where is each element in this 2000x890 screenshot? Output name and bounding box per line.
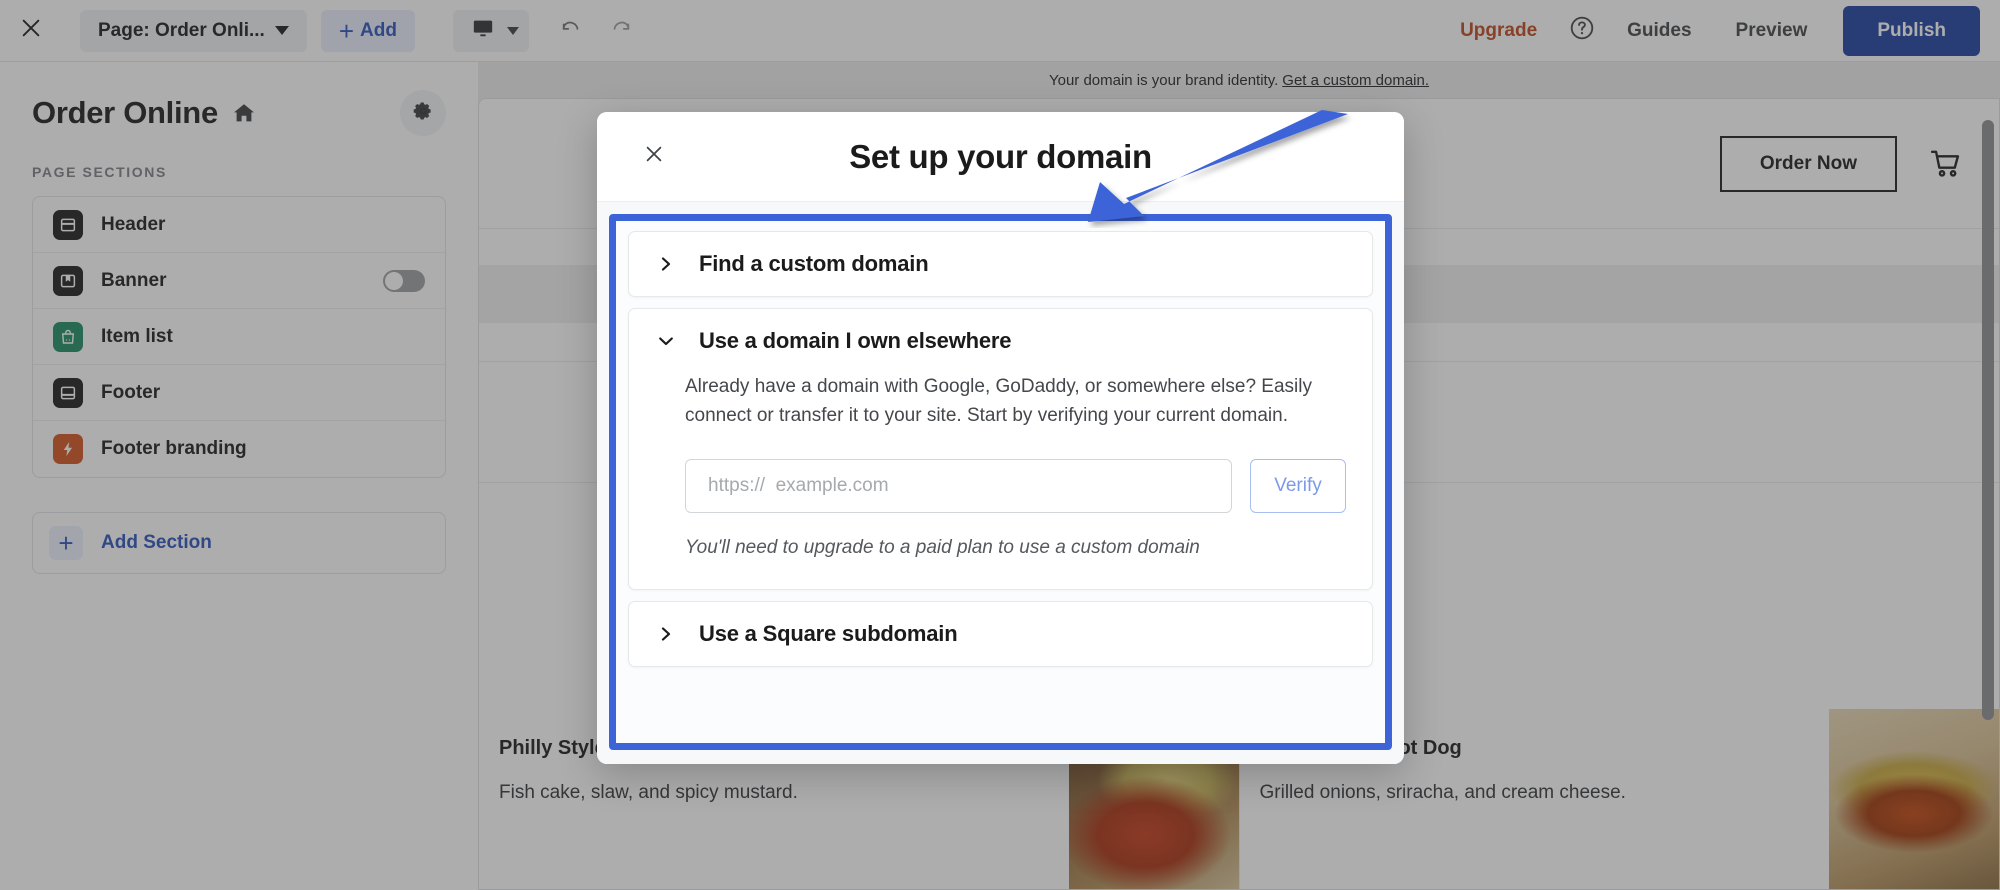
page-title: Order Online xyxy=(32,95,218,130)
modal-header: Set up your domain xyxy=(597,112,1404,202)
sidebar-item-label: Footer xyxy=(101,381,161,403)
banner-visibility-toggle[interactable] xyxy=(383,269,425,292)
accordion-header[interactable]: Find a custom domain xyxy=(629,232,1372,296)
redo-icon xyxy=(610,17,632,44)
accordion-header[interactable]: Use a Square subdomain xyxy=(629,602,1372,666)
get-custom-domain-link[interactable]: Get a custom domain. xyxy=(1282,72,1429,89)
domain-input[interactable] xyxy=(685,458,1232,513)
modal-title: Set up your domain xyxy=(849,137,1152,175)
add-section-button[interactable]: + Add Section xyxy=(32,512,446,574)
set-up-domain-modal: Set up your domain Find a custom domain xyxy=(597,112,1404,764)
desktop-icon-button[interactable] xyxy=(463,11,503,51)
scrollbar-thumb[interactable] xyxy=(1982,120,1994,720)
shopping-bag-icon xyxy=(53,321,83,352)
domain-verify-row: Verify xyxy=(685,458,1346,513)
close-icon xyxy=(643,143,665,170)
toggle-knob xyxy=(385,271,403,290)
chevron-right-icon xyxy=(655,625,677,643)
shopping-cart-icon[interactable] xyxy=(1929,147,1963,181)
sidebar-item-label: Footer branding xyxy=(101,438,247,459)
chevron-down-icon xyxy=(655,332,677,350)
help-circle-icon xyxy=(1569,15,1595,46)
domain-promo-banner: Your domain is your brand identity. Get … xyxy=(478,62,2000,98)
sidebar-item-header[interactable]: Header xyxy=(33,197,445,253)
sidebar-item-footer[interactable]: Footer xyxy=(33,365,445,421)
order-now-button[interactable]: Order Now xyxy=(1719,135,1897,192)
history-controls xyxy=(551,11,641,51)
desktop-icon xyxy=(472,17,494,44)
accordion-title: Use a domain I own elsewhere xyxy=(699,328,1012,353)
upgrade-note: You'll need to upgrade to a paid plan to… xyxy=(685,536,1200,558)
sidebar-item-banner[interactable]: Banner xyxy=(33,253,445,309)
header-layout-icon xyxy=(53,209,83,240)
modal-close-button[interactable] xyxy=(637,140,671,174)
undo-button[interactable] xyxy=(551,11,591,51)
page-selector-label: Page: Order Onli... xyxy=(98,19,265,41)
page-selector[interactable]: Page: Order Onli... xyxy=(80,9,307,52)
footer-layout-icon xyxy=(53,377,83,408)
home-icon xyxy=(232,101,256,125)
page-sections-sidebar: Order Online PAGE SECTIONS Header Banner… xyxy=(0,62,478,890)
domain-promo-text: Your domain is your brand identity. xyxy=(1048,71,1279,89)
accordion-title: Use a Square subdomain xyxy=(699,620,958,646)
guides-button[interactable]: Guides xyxy=(1605,10,1713,52)
close-editor-button[interactable] xyxy=(0,0,62,62)
undo-icon xyxy=(560,17,582,44)
add-button[interactable]: + Add xyxy=(320,9,415,52)
chevron-right-icon xyxy=(655,255,677,273)
accordion-square-subdomain[interactable]: Use a Square subdomain xyxy=(628,600,1373,667)
page-sections-list: Header Banner Item list Footer Footer br… xyxy=(32,196,446,478)
plus-icon: + xyxy=(49,526,83,560)
toolbar-right-group: Upgrade Guides Preview Publish xyxy=(1438,5,2000,56)
gear-icon xyxy=(412,100,434,127)
sidebar-section-label: PAGE SECTIONS xyxy=(32,164,167,180)
add-section-label: Add Section xyxy=(101,532,212,553)
editor-toolbar: Page: Order Onli... + Add Upgrade Guides… xyxy=(0,0,2000,62)
plus-icon: + xyxy=(338,15,355,46)
menu-item-description: Grilled onions, sriracha, and cream chee… xyxy=(1259,782,1626,803)
add-button-label: Add xyxy=(360,19,397,41)
verify-button[interactable]: Verify xyxy=(1250,458,1346,513)
menu-item-image xyxy=(1829,709,1999,889)
lightning-bolt-icon xyxy=(53,434,83,464)
accordion-description: Already have a domain with Google, GoDad… xyxy=(685,376,1312,426)
sidebar-item-label: Banner xyxy=(101,269,167,291)
chevron-down-icon[interactable] xyxy=(506,26,519,35)
page-settings-button[interactable] xyxy=(400,90,446,136)
accordion-content: Already have a domain with Google, GoDad… xyxy=(629,373,1372,589)
sidebar-item-item-list[interactable]: Item list xyxy=(33,309,445,365)
accordion-find-custom-domain[interactable]: Find a custom domain xyxy=(628,231,1373,297)
accordion-header[interactable]: Use a domain I own elsewhere xyxy=(629,309,1372,373)
accordion-use-own-domain[interactable]: Use a domain I own elsewhere Already hav… xyxy=(628,308,1373,590)
accordion-title: Find a custom domain xyxy=(699,251,929,276)
sidebar-item-label: Item list xyxy=(101,325,173,347)
device-preview-group[interactable] xyxy=(452,9,529,52)
preview-button[interactable]: Preview xyxy=(1714,10,1830,52)
menu-item-description: Fish cake, slaw, and spicy mustard. xyxy=(499,782,798,803)
chevron-down-icon xyxy=(274,26,289,35)
upgrade-button[interactable]: Upgrade xyxy=(1438,10,1559,52)
redo-button[interactable] xyxy=(601,11,641,51)
publish-button[interactable]: Publish xyxy=(1843,5,1980,56)
modal-body: Find a custom domain Use a domain I own … xyxy=(597,202,1404,764)
help-button[interactable] xyxy=(1559,15,1605,46)
close-icon xyxy=(20,17,42,44)
sidebar-item-footer-branding[interactable]: Footer branding xyxy=(33,421,445,477)
accordion-focus-highlight: Find a custom domain Use a domain I own … xyxy=(609,214,1392,750)
preview-scrollbar[interactable] xyxy=(1982,98,1994,878)
banner-bookmark-icon xyxy=(53,265,83,296)
sidebar-header: Order Online xyxy=(32,90,446,136)
sidebar-item-label: Header xyxy=(101,213,166,235)
